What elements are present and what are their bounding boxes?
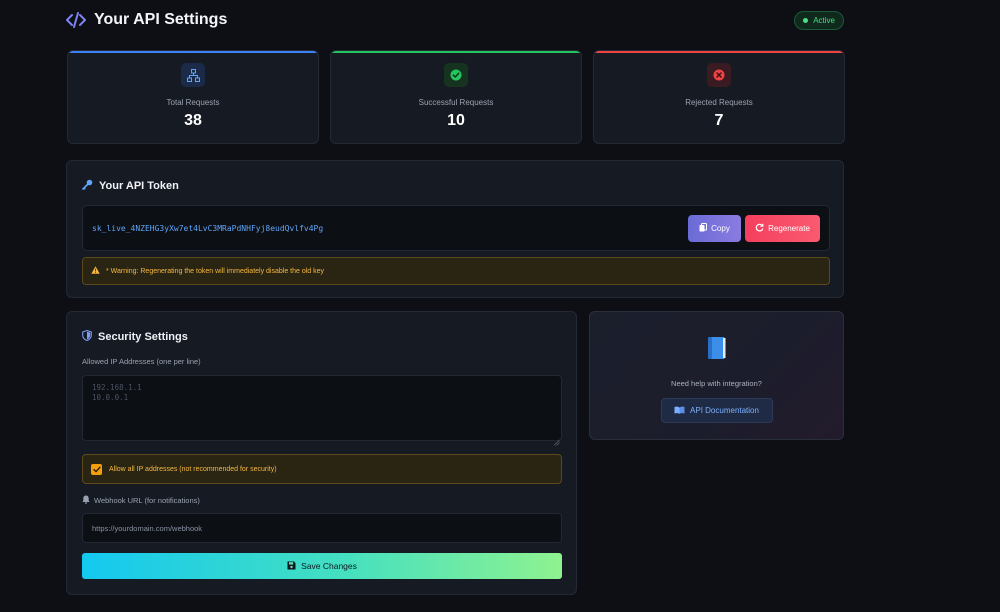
- copy-label: Copy: [711, 223, 730, 233]
- network-icon: [181, 63, 205, 87]
- status-text: Active: [813, 15, 835, 25]
- api-token-panel: Your API Token sk_live_4NZEHG3yXw7et4LvC…: [66, 160, 844, 298]
- status-dot: [803, 17, 809, 23]
- webhook-placeholder: https://yourdomain.com/webhook: [92, 523, 203, 533]
- stat-value: 38: [184, 112, 202, 129]
- stat-card-total: Total Requests 38: [67, 50, 319, 144]
- status-badge: Active: [794, 10, 844, 30]
- stat-value: 10: [447, 112, 465, 129]
- allow-all-checkbox[interactable]: [91, 463, 102, 475]
- warning-text: * Warning: Regenerating the token will i…: [106, 267, 325, 275]
- stat-label: Successful Requests: [418, 98, 494, 107]
- refresh-icon: [755, 223, 764, 234]
- help-text: Need help with integration?: [671, 379, 762, 388]
- token-display: sk_live_4NZEHG3yXw7et4LvC3MRaPdNHFyj8eud…: [82, 205, 830, 251]
- docs-label: API Documentation: [690, 406, 759, 415]
- copy-button[interactable]: Copy: [688, 214, 741, 242]
- x-circle-icon: [707, 63, 731, 87]
- open-book-icon: [674, 406, 685, 416]
- warning-icon: [91, 266, 100, 276]
- stat-accent-bar: [594, 51, 844, 53]
- security-title: Security Settings: [98, 331, 188, 343]
- api-documentation-button[interactable]: API Documentation: [660, 398, 773, 423]
- webhook-label: Webhook URL (for notifications): [94, 496, 200, 505]
- check-circle-icon: [444, 63, 468, 87]
- bell-icon: [82, 495, 90, 506]
- panel-title: Your API Token: [82, 179, 179, 193]
- allow-all-ip-option[interactable]: Allow all IP addresses (not recommended …: [82, 454, 562, 484]
- help-panel: Need help with integration? API Document…: [589, 311, 844, 440]
- stat-value: 7: [714, 112, 724, 129]
- token-warning: * Warning: Regenerating the token will i…: [82, 257, 830, 285]
- security-settings-panel: Security Settings Allowed IP Addresses (…: [66, 311, 577, 595]
- key-icon: [82, 179, 93, 193]
- save-label: Save Changes: [301, 561, 357, 571]
- copy-icon: [699, 222, 708, 234]
- ip-label: Allowed IP Addresses (one per line): [82, 357, 201, 366]
- shield-icon: [82, 329, 92, 344]
- stat-accent-bar: [68, 51, 318, 53]
- allow-all-label: Allow all IP addresses (not recommended …: [109, 465, 277, 473]
- panel-title: Security Settings: [82, 329, 188, 344]
- title-group: Your API Settings: [66, 10, 227, 30]
- page-title: Your API Settings: [94, 11, 228, 28]
- save-icon: [287, 561, 296, 572]
- stat-card-successful: Successful Requests 10: [330, 50, 582, 144]
- code-icon: [66, 10, 86, 30]
- regenerate-button[interactable]: Regenerate: [745, 214, 820, 242]
- token-value: sk_live_4NZEHG3yXw7et4LvC3MRaPdNHFyj8eud…: [92, 223, 324, 233]
- webhook-url-input[interactable]: https://yourdomain.com/webhook: [82, 513, 562, 543]
- page-header: Your API Settings Active: [66, 8, 844, 32]
- save-changes-button[interactable]: Save Changes: [82, 553, 562, 579]
- stat-label: Total Requests: [166, 98, 220, 107]
- regenerate-label: Regenerate: [768, 223, 810, 233]
- api-token-title: Your API Token: [99, 180, 179, 192]
- allowed-ip-textarea[interactable]: 192.168.1.1 10.0.0.1: [82, 375, 562, 441]
- book-icon: [707, 336, 727, 365]
- webhook-label-row: Webhook URL (for notifications): [82, 495, 200, 506]
- stat-accent-bar: [331, 51, 581, 53]
- stat-card-rejected: Rejected Requests 7: [593, 50, 845, 144]
- stat-label: Rejected Requests: [685, 98, 753, 107]
